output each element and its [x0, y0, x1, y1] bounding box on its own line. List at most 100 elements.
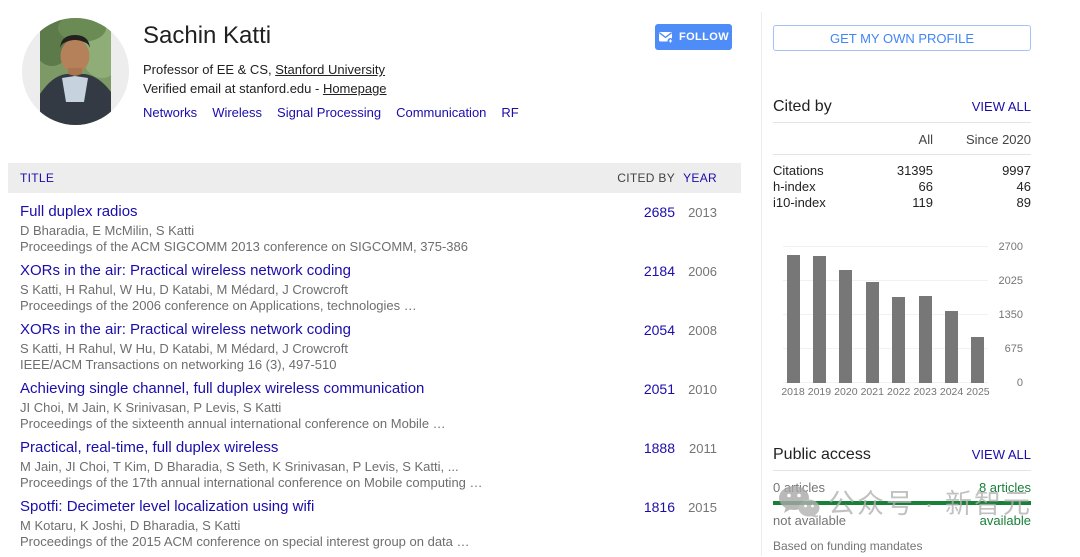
- chart-bars: [783, 247, 988, 383]
- chart-bar-cell: [809, 247, 829, 383]
- stat-all-value: 119: [912, 195, 933, 210]
- chart-x-tick: 2021: [860, 386, 884, 398]
- get-my-own-profile-button[interactable]: GET MY OWN PROFILE: [773, 25, 1031, 51]
- cited-by-count-link[interactable]: 2685: [585, 203, 675, 255]
- publication-authors: D Bharadia, E McMilin, S Katti: [20, 223, 195, 238]
- chart-bar[interactable]: [812, 255, 826, 383]
- chart-bar[interactable]: [839, 269, 853, 383]
- chart-y-tick: 2025: [998, 275, 1023, 287]
- chart-x-tick: 2024: [939, 386, 964, 398]
- sort-by-title[interactable]: TITLE: [8, 171, 585, 185]
- keyword-list: Networks Wireless Signal Processing Communi…: [143, 105, 534, 120]
- publication-row: XORs in the air: Practical wireless netw…: [8, 262, 741, 314]
- chart-bar-cell: [968, 247, 988, 383]
- avatar: [22, 18, 129, 125]
- stat-since-value: 9997: [1002, 163, 1031, 178]
- column-divider: [761, 12, 762, 556]
- publication-venue: Proceedings of the 2015 ACM conference o…: [20, 534, 470, 549]
- chart-plot-area: [783, 246, 988, 383]
- cited-by-count-link[interactable]: 2051: [585, 380, 675, 432]
- chart-y-tick: 2700: [998, 241, 1023, 253]
- publication-authors: M Kotaru, K Joshi, D Bharadia, S Katti: [20, 518, 241, 533]
- citation-stat-row: i10-index 119 89: [773, 195, 1031, 211]
- publication-info: Spotfi: Decimeter level localization usi…: [8, 498, 585, 550]
- chart-y-tick: 0: [1016, 377, 1023, 389]
- publication-title-link[interactable]: Achieving single channel, full duplex wi…: [20, 380, 555, 397]
- publication-row: XORs in the air: Practical wireless netw…: [8, 321, 741, 373]
- keyword-link[interactable]: RF: [501, 105, 518, 120]
- stat-label: i10-index: [773, 195, 826, 210]
- publication-row: Practical, real-time, full duplex wirele…: [8, 439, 741, 491]
- publication-title-link[interactable]: XORs in the air: Practical wireless netw…: [20, 321, 555, 338]
- cited-by-view-all-link[interactable]: VIEW ALL: [972, 99, 1031, 114]
- sort-by-cited[interactable]: CITED BY: [585, 171, 675, 185]
- publication-venue: Proceedings of the 17th annual internati…: [20, 475, 483, 490]
- stat-since-value: 89: [1016, 195, 1031, 210]
- chart-bar[interactable]: [892, 297, 906, 383]
- publication-row: Full duplex radios D Bharadia, E McMilin,…: [8, 203, 741, 255]
- chart-bar-cell: [783, 247, 803, 383]
- affiliation-line: Professor of EE & CS, Stanford Universit…: [143, 60, 534, 79]
- publication-row: Achieving single channel, full duplex wi…: [8, 380, 741, 432]
- publications-header: TITLE CITED BY YEAR: [8, 163, 741, 193]
- publication-year: 2015: [688, 500, 717, 515]
- citation-stats: Citations 31395 9997 h-index 66 46 i10-index 11…: [773, 155, 1031, 211]
- chart-bar-cell: [836, 247, 856, 383]
- chart-x-tick: 2018: [781, 386, 805, 398]
- sidebar: GET MY OWN PROFILE Cited by VIEW ALL All…: [773, 25, 1031, 553]
- affiliation-link[interactable]: Stanford University: [275, 62, 385, 77]
- chart-x-tick: 2019: [807, 386, 832, 398]
- sort-by-year[interactable]: YEAR: [675, 171, 741, 185]
- chart-bar-cell: [942, 247, 962, 383]
- chart-y-axis: 0 675 1350 2025 2700: [988, 241, 1031, 389]
- profile-photo[interactable]: [22, 18, 129, 125]
- chart-y-tick: 1350: [998, 309, 1023, 321]
- follow-button[interactable]: FOLLOW: [655, 24, 732, 50]
- publication-info: XORs in the air: Practical wireless netw…: [8, 262, 585, 314]
- publication-authors: S Katti, H Rahul, W Hu, D Katabi, M Méda…: [20, 282, 348, 297]
- publication-authors: M Jain, JI Choi, T Kim, D Bharadia, S Se…: [20, 459, 459, 474]
- chart-bar[interactable]: [865, 282, 879, 383]
- stat-all-value: 31395: [896, 163, 933, 178]
- homepage-link[interactable]: Homepage: [323, 81, 387, 96]
- public-access-view-all-link[interactable]: VIEW ALL: [972, 447, 1031, 462]
- cited-by-count-link[interactable]: 2054: [585, 321, 675, 373]
- publication-title-link[interactable]: XORs in the air: Practical wireless netw…: [20, 262, 555, 279]
- publication-info: Full duplex radios D Bharadia, E McMilin,…: [8, 203, 585, 255]
- publication-year: 2011: [689, 441, 717, 456]
- stat-all-value: 66: [918, 179, 933, 194]
- chart-bar[interactable]: [786, 254, 800, 383]
- citation-stat-row: h-index 66 46: [773, 179, 1031, 195]
- keyword-link[interactable]: Wireless: [212, 105, 262, 120]
- follow-envelope-icon: [658, 31, 674, 44]
- citations-chart: 0 675 1350 2025 2700: [773, 241, 1031, 389]
- publication-authors: S Katti, H Rahul, W Hu, D Katabi, M Méda…: [20, 341, 348, 356]
- cited-by-count-link[interactable]: 1888: [585, 439, 675, 491]
- cited-by-title: Cited by: [773, 98, 832, 115]
- keyword-link[interactable]: Communication: [396, 105, 486, 120]
- chart-bar[interactable]: [971, 337, 985, 383]
- follow-label: FOLLOW: [678, 31, 730, 43]
- publication-title-link[interactable]: Spotfi: Decimeter level localization usi…: [20, 498, 555, 515]
- publication-venue: Proceedings of the 2006 conference on Ap…: [20, 298, 417, 313]
- stat-label: Citations: [773, 163, 824, 178]
- cited-by-count-link[interactable]: 1816: [585, 498, 675, 550]
- profile-info: Sachin Katti Professor of EE & CS, Stanf…: [143, 22, 534, 120]
- keyword-link[interactable]: Signal Processing: [277, 105, 381, 120]
- col-all-label: All: [918, 132, 933, 147]
- publication-title-link[interactable]: Practical, real-time, full duplex wirele…: [20, 439, 555, 456]
- publication-info: Achieving single channel, full duplex wi…: [8, 380, 585, 432]
- chart-bar-cell: [889, 247, 909, 383]
- publication-title-link[interactable]: Full duplex radios: [20, 203, 555, 220]
- publication-venue: IEEE/ACM Transactions on networking 16 (…: [20, 357, 337, 372]
- chart-bar[interactable]: [918, 296, 932, 383]
- publication-venue: Proceedings of the sixteenth annual inte…: [20, 416, 446, 431]
- col-since-label: Since 2020: [965, 132, 1031, 147]
- publication-year: 2010: [688, 382, 717, 397]
- cited-by-count-link[interactable]: 2184: [585, 262, 675, 314]
- chart-bar[interactable]: [945, 310, 959, 383]
- available-count[interactable]: 8 articles: [979, 480, 1031, 495]
- keyword-link[interactable]: Networks: [143, 105, 197, 120]
- cited-by-column-headers: All Since 2020: [773, 123, 1031, 155]
- publication-year: 2013: [688, 205, 717, 220]
